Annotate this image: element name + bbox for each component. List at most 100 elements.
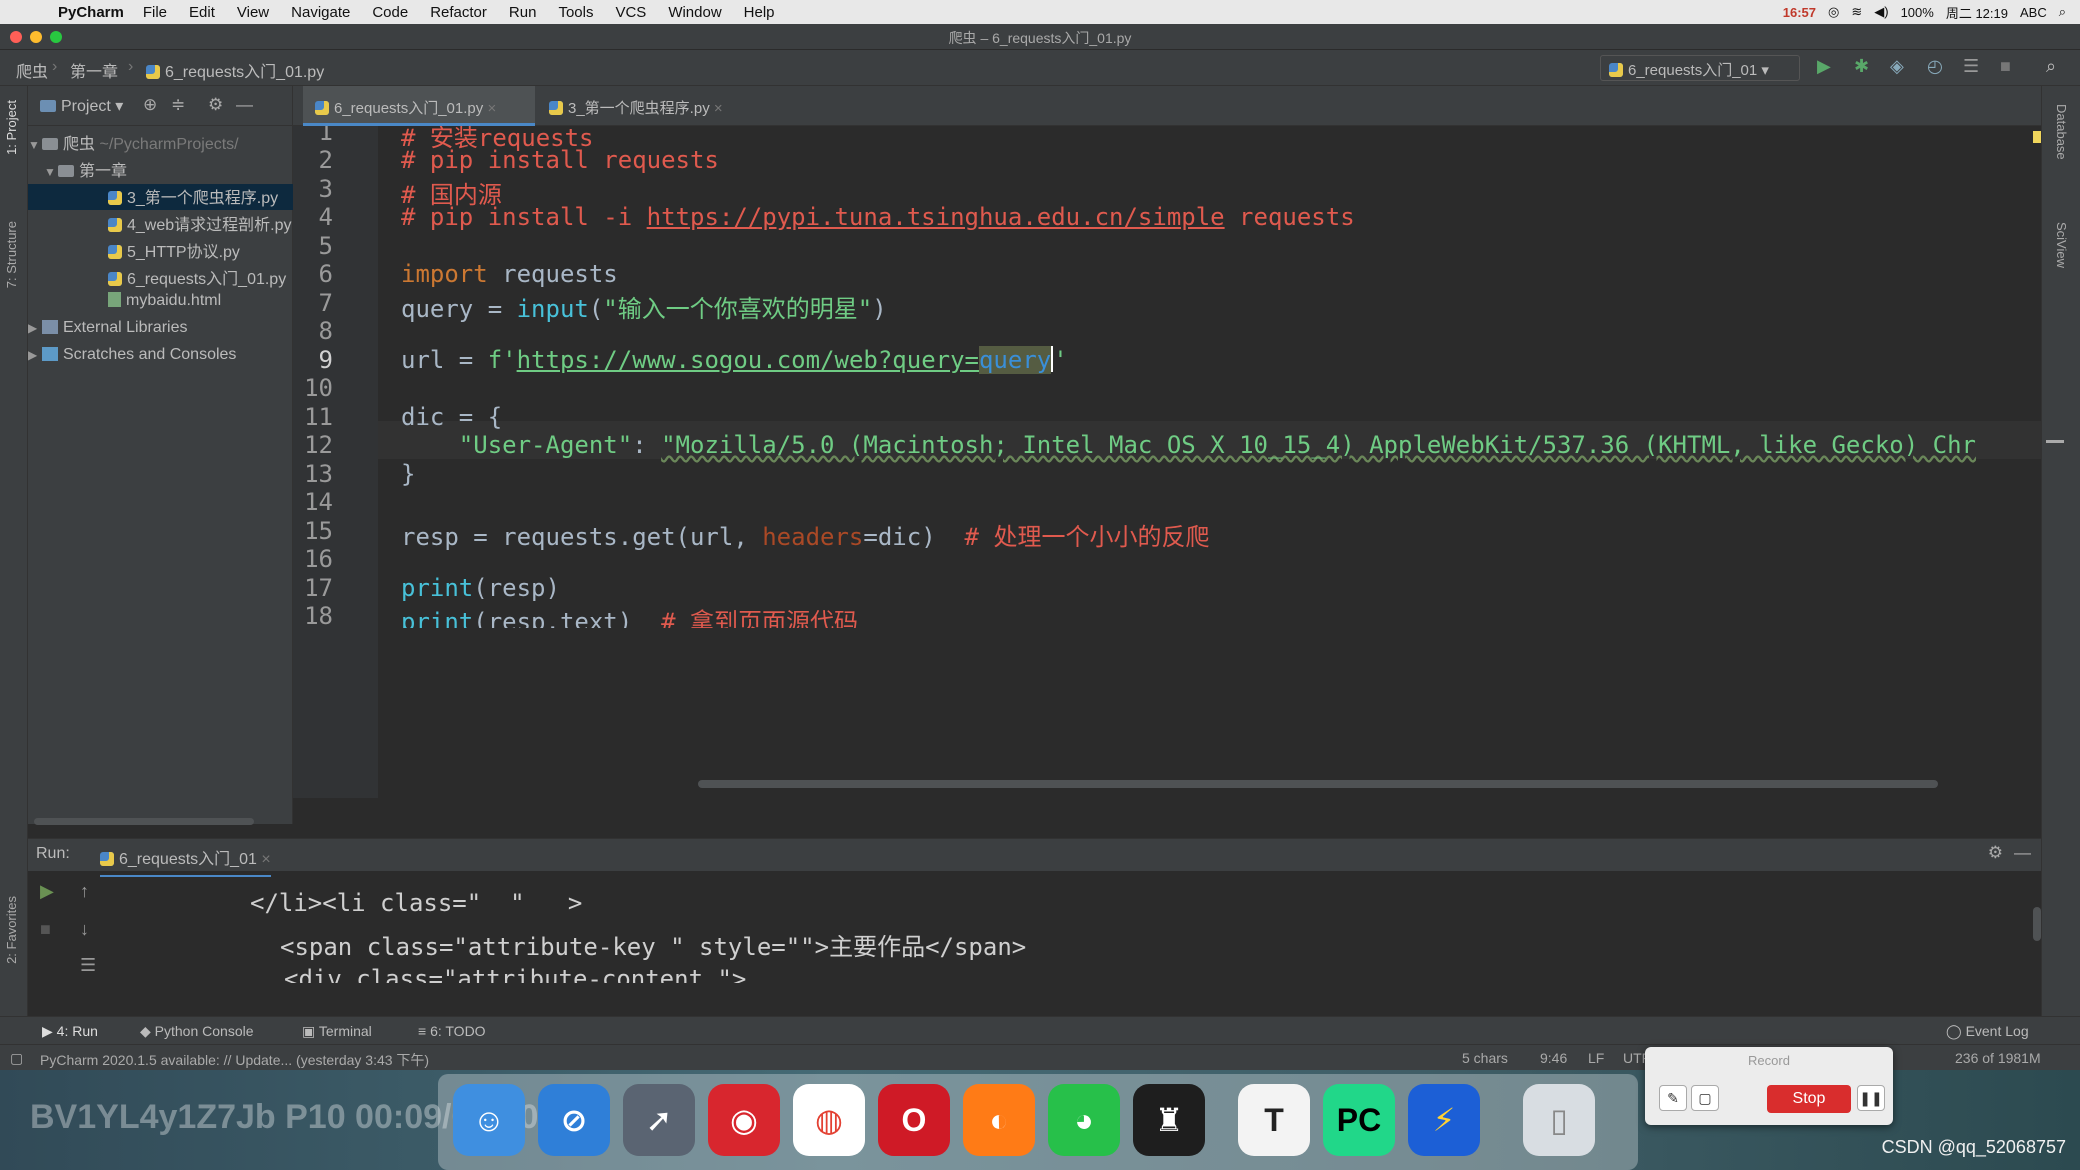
netease-music-icon[interactable]: ◉ — [708, 1084, 780, 1156]
menu-view[interactable]: View — [237, 4, 269, 21]
tree-item-root[interactable]: ▼ 爬虫 ~/PycharmProjects/ — [28, 130, 239, 156]
profile-icon[interactable]: ◴ — [1927, 56, 1943, 77]
tab-python-console[interactable]: ◆ Python Console — [140, 1023, 254, 1040]
code-link[interactable]: https://pypi.tuna.tsinghua.edu.cn/simple — [647, 203, 1225, 231]
menu-run[interactable]: Run — [509, 4, 537, 21]
debug-icon[interactable]: ✱ — [1854, 56, 1869, 77]
tree-item-file[interactable]: 3_第一个爬虫程序.py — [28, 184, 293, 210]
code-editor[interactable]: 1 2 3 4 5 6 7 8 9 10 11 12 13 14 15 16 1… — [293, 126, 2041, 798]
rerun-icon[interactable]: ▶ — [40, 881, 54, 902]
close-tab-icon[interactable]: × — [261, 851, 270, 868]
hide-panel-icon[interactable]: — — [2014, 843, 2031, 863]
input-source[interactable]: ABC — [2020, 5, 2047, 20]
tab-6-requests[interactable]: 6_requests入门_01.py × — [303, 86, 535, 126]
menu-file[interactable]: File — [143, 4, 167, 21]
code-link[interactable]: https://www.sogou.com/web?query= — [517, 346, 979, 374]
chrome-icon[interactable]: ◍ — [793, 1084, 865, 1156]
collapse-all-icon[interactable]: ≑ — [171, 95, 185, 115]
menu-clock[interactable]: 周二 12:19 — [1946, 3, 2008, 22]
event-log-button[interactable]: ◯ Event Log — [1946, 1023, 2029, 1040]
line-separator[interactable]: LF — [1588, 1050, 1604, 1066]
search-everywhere-icon[interactable]: ⌕ — [2046, 56, 2056, 77]
tab-todo[interactable]: ≡ 6: TODO — [418, 1023, 486, 1039]
project-tool-tab[interactable]: 1: Project — [4, 100, 19, 155]
favorites-tool-tab[interactable]: 2: Favorites — [4, 896, 19, 964]
thunder-icon[interactable]: ⚡ — [1408, 1084, 1480, 1156]
down-arrow-icon[interactable]: ↓ — [80, 919, 89, 940]
launchpad-icon[interactable]: ➚ — [623, 1084, 695, 1156]
chevron-down-icon[interactable]: ▼ — [44, 165, 58, 179]
tab-terminal[interactable]: ▣ Terminal — [302, 1023, 372, 1040]
chevron-right-icon[interactable]: ▶ — [28, 348, 42, 362]
battery-level[interactable]: 100% — [1901, 5, 1934, 20]
wechat-icon[interactable]: ◎ — [1828, 4, 1839, 20]
pycharm-icon[interactable]: PC — [1323, 1084, 1395, 1156]
menu-edit[interactable]: Edit — [189, 4, 215, 21]
spotlight-icon[interactable]: ⌕ — [2059, 4, 2066, 20]
caret-position[interactable]: 9:46 — [1540, 1050, 1567, 1066]
breadcrumb-folder[interactable]: 第一章 — [70, 58, 118, 82]
hide-panel-icon[interactable]: — — [236, 95, 253, 115]
safari-icon[interactable]: ⊘ — [538, 1084, 610, 1156]
console-scrollbar[interactable] — [2033, 907, 2041, 941]
tree-item-external-libraries[interactable]: ▶ External Libraries — [28, 319, 188, 345]
breadcrumb-project[interactable]: 爬虫 — [16, 58, 48, 82]
run-icon[interactable]: ▶ — [1817, 56, 1831, 77]
pause-icon[interactable]: ❚❚ — [1857, 1085, 1885, 1111]
chevron-right-icon[interactable]: ▶ — [28, 321, 42, 335]
menu-code[interactable]: Code — [372, 4, 408, 21]
tree-item-file[interactable]: 6_requests入门_01.py — [108, 265, 293, 291]
menu-refactor[interactable]: Refactor — [430, 4, 487, 21]
firefox-icon[interactable]: ◐ — [963, 1084, 1035, 1156]
inspection-status-icon[interactable] — [2033, 131, 2041, 143]
trash-icon[interactable]: ▯ — [1523, 1084, 1595, 1156]
soft-wrap-icon[interactable]: ☰ — [80, 955, 96, 976]
close-tab-icon[interactable]: × — [487, 100, 496, 117]
tab-3-first-crawler[interactable]: 3_第一个爬虫程序.py × — [537, 86, 757, 126]
chevron-down-icon[interactable]: ▾ — [111, 98, 123, 115]
stop-icon[interactable]: ■ — [2000, 56, 2011, 77]
typora-icon[interactable]: T — [1238, 1084, 1310, 1156]
opera-icon[interactable]: O — [878, 1084, 950, 1156]
recording-indicator[interactable]: 16:57 — [1783, 5, 1816, 20]
project-view-select[interactable]: Project — [61, 98, 111, 115]
run-configuration-select[interactable]: 6_requests入门_01 ▾ — [1600, 55, 1800, 81]
tree-item-file[interactable]: mybaidu.html — [108, 292, 293, 318]
close-tab-icon[interactable]: × — [714, 100, 723, 117]
tree-item-file[interactable]: 4_web请求过程剖析.py — [108, 211, 293, 237]
pen-icon[interactable]: ✎ — [1659, 1085, 1687, 1111]
menu-vcs[interactable]: VCS — [615, 4, 646, 21]
tab-run[interactable]: ▶ 4: Run — [42, 1023, 98, 1040]
coverage-icon[interactable]: ◈ — [1890, 56, 1904, 77]
status-panel-toggle-icon[interactable]: ▢ — [10, 1050, 23, 1067]
finder-icon[interactable]: ☺ — [453, 1084, 525, 1156]
gear-icon[interactable]: ⚙ — [1988, 843, 2003, 863]
volume-icon[interactable]: ◀) — [1874, 4, 1888, 20]
chevron-down-icon[interactable]: ▼ — [28, 138, 42, 152]
menu-navigate[interactable]: Navigate — [291, 4, 350, 21]
gear-icon[interactable]: ⚙ — [208, 95, 223, 115]
sciview-tool-tab[interactable]: SciView — [2054, 222, 2069, 268]
breadcrumb-file[interactable]: 6_requests入门_01.py — [146, 58, 324, 82]
menu-window[interactable]: Window — [668, 4, 721, 21]
tree-item-scratches[interactable]: ▶ Scratches and Consoles — [28, 346, 236, 372]
run-tab[interactable]: 6_requests入门_01 × — [100, 845, 271, 877]
locate-file-icon[interactable]: ⊕ — [143, 95, 157, 115]
stop-recording-button[interactable]: Stop — [1767, 1085, 1851, 1113]
tree-item-folder[interactable]: ▼ 第一章 — [44, 157, 127, 183]
project-horizontal-scrollbar[interactable] — [34, 818, 254, 825]
menu-tools[interactable]: Tools — [558, 4, 593, 21]
menu-help[interactable]: Help — [744, 4, 775, 21]
wifi-icon[interactable]: ≋ — [1851, 4, 1862, 20]
window-select-icon[interactable]: ▢ — [1691, 1085, 1719, 1111]
wechat-icon[interactable]: ◕ — [1048, 1084, 1120, 1156]
tree-item-file[interactable]: 5_HTTP协议.py — [108, 238, 293, 264]
qq-icon[interactable]: ♜ — [1133, 1084, 1205, 1156]
database-tool-tab[interactable]: Database — [2054, 104, 2069, 160]
editor-horizontal-scrollbar[interactable] — [698, 780, 1938, 788]
memory-indicator[interactable]: 236 of 1981M — [1955, 1050, 2041, 1066]
stop-icon[interactable]: ■ — [40, 919, 51, 940]
up-arrow-icon[interactable]: ↑ — [80, 881, 89, 902]
build-icon[interactable]: ☰ — [1963, 56, 1979, 77]
menu-app-name[interactable]: PyCharm — [58, 4, 124, 21]
